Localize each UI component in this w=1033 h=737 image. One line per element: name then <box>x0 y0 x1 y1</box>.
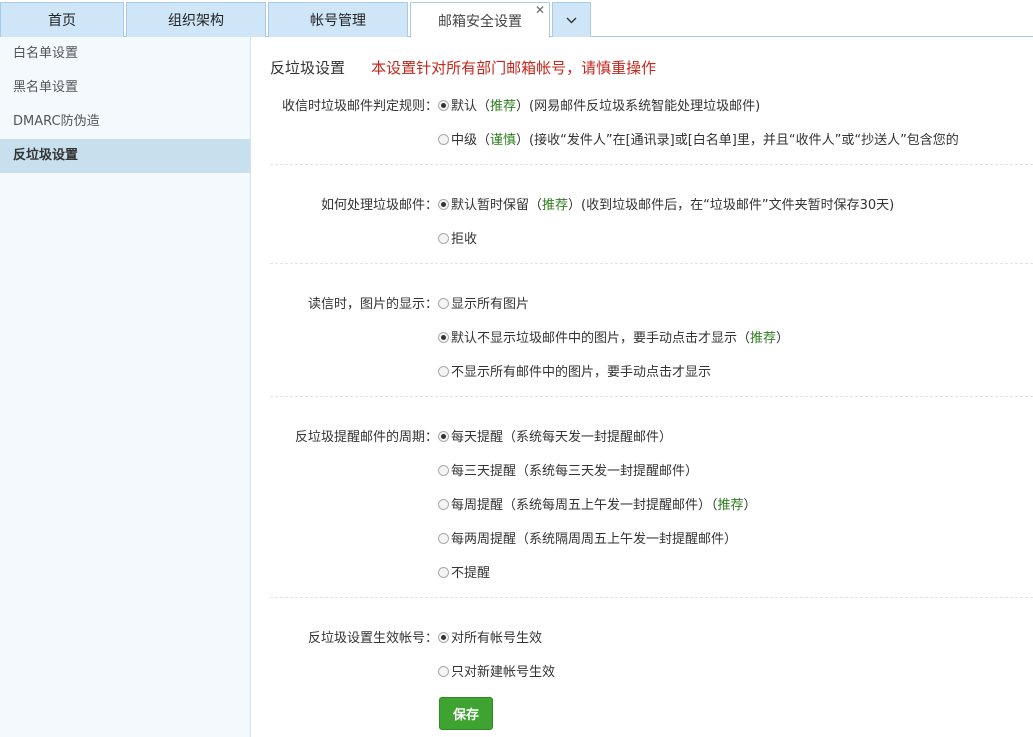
page-title: 反垃圾设置 <box>270 59 346 77</box>
option-text: ）(接收“发件人”在[通讯录]或[白名单]里，并且“收件人”或“抄送人”包含您的 <box>516 133 959 148</box>
tab-home[interactable]: 首页 <box>0 2 124 37</box>
sidebar-item-antispam[interactable]: 反垃圾设置 <box>0 139 250 173</box>
tab-organization[interactable]: 组织架构 <box>126 2 266 37</box>
option-text: 每两周提醒（系统隔周周五上午发一封提醒邮件） <box>451 532 738 547</box>
recommend-tag: 推荐 <box>750 331 777 346</box>
section-label-effective-accounts: 反垃圾设置生效帐号： <box>307 631 438 646</box>
radio-button[interactable] <box>438 298 449 309</box>
option-text: 默认不显示垃圾邮件中的图片，要手动点击才显示（ <box>451 331 751 346</box>
option-text: 不提醒 <box>451 566 491 581</box>
option-text: 每三天提醒（系统每三天发一封提醒邮件） <box>451 464 699 479</box>
sidebar-item-label: 黑名单设置 <box>13 80 79 95</box>
recommend-tag: 推荐 <box>717 498 744 513</box>
radio-button[interactable] <box>438 366 449 377</box>
recommend-tag: 推荐 <box>490 99 517 114</box>
sidebar-item-dmarc[interactable]: DMARC防伪造 <box>0 105 250 139</box>
main-content: 反垃圾设置 本设置针对所有部门邮箱帐号，请慎重操作 收信时垃圾邮件判定规则： 默… <box>270 37 1033 737</box>
option-text: 显示所有图片 <box>451 297 530 312</box>
option-text: 拒收 <box>451 232 478 247</box>
radio-button[interactable] <box>438 499 449 510</box>
radio-option-every-three-days[interactable]: 每三天提醒（系统每三天发一封提醒邮件） <box>438 460 698 479</box>
tab-more-dropdown[interactable] <box>552 2 591 37</box>
option-text: 每周提醒（系统每周五上午发一封提醒邮件）（ <box>451 498 718 513</box>
radio-option-all-accounts[interactable]: 对所有帐号生效 <box>438 627 542 646</box>
page-header: 反垃圾设置 本设置针对所有部门邮箱帐号，请慎重操作 <box>270 57 656 78</box>
save-button[interactable]: 保存 <box>439 697 493 730</box>
section-label-reminder-cycle: 反垃圾提醒邮件的周期： <box>294 430 438 445</box>
radio-option-show-all[interactable]: 显示所有图片 <box>438 293 529 312</box>
radio-option-no-reminder[interactable]: 不提醒 <box>438 562 490 581</box>
sidebar: 白名单设置 黑名单设置 DMARC防伪造 反垃圾设置 <box>0 37 251 737</box>
tab-bar: 首页 组织架构 帐号管理 邮箱安全设置 ✕ <box>0 0 1033 38</box>
radio-option-medium[interactable]: 中级（谨慎）(接收“发件人”在[通讯录]或[白名单]里，并且“收件人”或“抄送人… <box>438 129 959 148</box>
warning-text: 本设置针对所有部门邮箱帐号，请慎重操作 <box>371 59 657 77</box>
radio-button[interactable] <box>438 233 449 244</box>
radio-option-default[interactable]: 默认（推荐）(网易邮件反垃圾系统智能处理垃圾邮件) <box>438 95 760 114</box>
radio-button[interactable] <box>438 632 449 643</box>
radio-button[interactable] <box>438 332 449 343</box>
radio-option-weekly[interactable]: 每周提醒（系统每周五上午发一封提醒邮件）（推荐） <box>438 494 757 513</box>
radio-option-new-accounts[interactable]: 只对新建帐号生效 <box>438 661 555 680</box>
tab-account-management[interactable]: 帐号管理 <box>268 2 408 37</box>
radio-option-reject[interactable]: 拒收 <box>438 228 477 247</box>
tab-mail-security[interactable]: 邮箱安全设置 ✕ <box>410 2 550 38</box>
radio-button[interactable] <box>438 533 449 544</box>
close-icon[interactable]: ✕ <box>535 3 545 17</box>
option-text: 只对新建帐号生效 <box>451 665 556 680</box>
radio-option-biweekly[interactable]: 每两周提醒（系统隔周周五上午发一封提醒邮件） <box>438 528 737 547</box>
radio-option-hide-spam-images[interactable]: 默认不显示垃圾邮件中的图片，要手动点击才显示（推荐） <box>438 327 789 346</box>
divider <box>270 164 1033 165</box>
radio-button[interactable] <box>438 465 449 476</box>
option-text: ） <box>743 498 757 513</box>
option-text: 对所有帐号生效 <box>451 631 543 646</box>
option-text: ）(收到垃圾邮件后，在“垃圾邮件”文件夹暂时保存30天) <box>568 198 895 213</box>
option-text: 中级（ <box>451 133 491 148</box>
divider <box>270 396 1033 397</box>
caution-tag: 谨慎 <box>490 133 517 148</box>
tab-label: 邮箱安全设置 <box>438 13 522 30</box>
sidebar-item-whitelist[interactable]: 白名单设置 <box>0 37 250 71</box>
section-label-spam-rule: 收信时垃圾邮件判定规则： <box>281 99 438 114</box>
tab-label: 帐号管理 <box>310 13 366 29</box>
section-label-image-display: 读信时，图片的显示： <box>307 297 438 312</box>
radio-button[interactable] <box>438 431 449 442</box>
radio-option-hide-all[interactable]: 不显示所有邮件中的图片，要手动点击才显示 <box>438 361 711 380</box>
option-text: ）(网易邮件反垃圾系统智能处理垃圾邮件) <box>516 99 761 114</box>
chevron-down-icon <box>566 14 577 27</box>
option-text: 不显示所有邮件中的图片，要手动点击才显示 <box>451 365 712 380</box>
radio-button[interactable] <box>438 100 449 111</box>
option-text: 默认暂时保留（ <box>451 198 543 213</box>
radio-option-keep[interactable]: 默认暂时保留（推荐）(收到垃圾邮件后，在“垃圾邮件”文件夹暂时保存30天) <box>438 194 894 213</box>
sidebar-item-label: 白名单设置 <box>13 46 79 61</box>
radio-button[interactable] <box>438 567 449 578</box>
divider <box>270 597 1033 598</box>
divider <box>270 263 1033 264</box>
radio-button[interactable] <box>438 199 449 210</box>
radio-button[interactable] <box>438 134 449 145</box>
sidebar-item-label: 反垃圾设置 <box>13 148 79 163</box>
sidebar-item-label: DMARC防伪造 <box>13 114 100 129</box>
tab-label: 组织架构 <box>168 13 224 29</box>
option-text: 默认（ <box>451 99 491 114</box>
radio-option-daily[interactable]: 每天提醒（系统每天发一封提醒邮件） <box>438 426 672 445</box>
tab-label: 首页 <box>48 13 76 29</box>
option-text: ） <box>776 331 790 346</box>
sidebar-item-blacklist[interactable]: 黑名单设置 <box>0 71 250 105</box>
radio-button[interactable] <box>438 666 449 677</box>
option-text: 每天提醒（系统每天发一封提醒邮件） <box>451 430 673 445</box>
section-label-handle-spam: 如何处理垃圾邮件： <box>320 198 438 213</box>
recommend-tag: 推荐 <box>542 198 569 213</box>
